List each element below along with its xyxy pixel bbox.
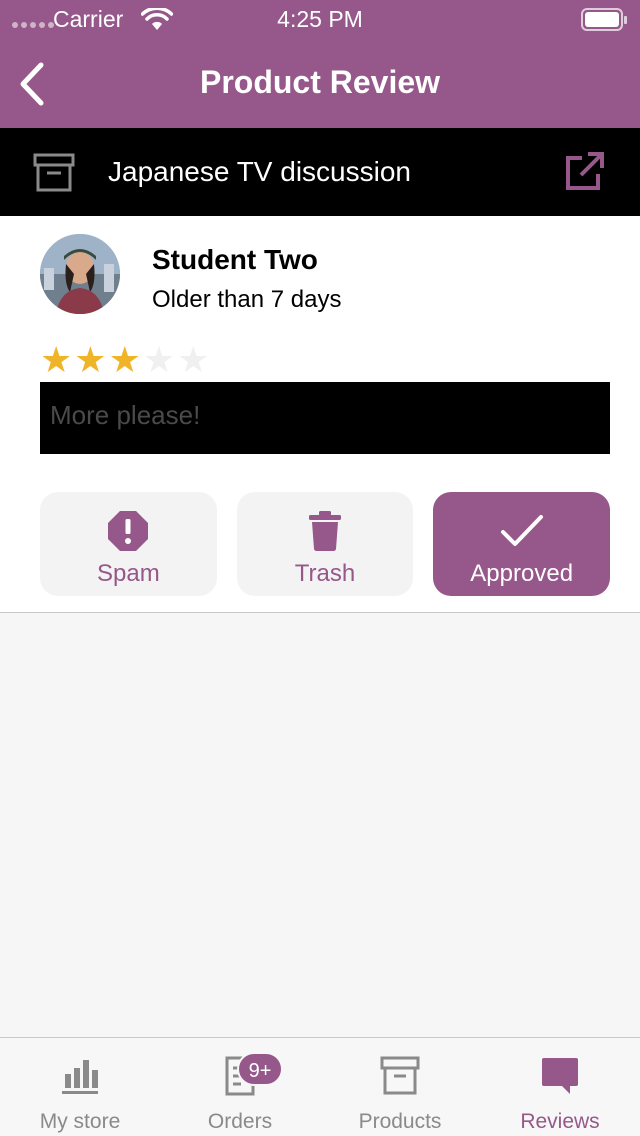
approved-label: Approved: [470, 560, 574, 587]
product-header: Japanese TV discussion: [0, 128, 640, 216]
tab-orders[interactable]: Orders: [160, 1038, 320, 1136]
external-link-icon[interactable]: [562, 150, 606, 199]
trash-label: Trash: [294, 560, 356, 587]
checkmark-icon: [500, 510, 544, 552]
header: Carrier 4:25 PM Product Review: [0, 0, 640, 128]
tab-bar: My store Orders Products Reviews: [0, 1037, 640, 1136]
trash-icon: [308, 510, 342, 552]
orders-badge: 9+: [237, 1052, 283, 1086]
trash-button[interactable]: Trash: [236, 492, 414, 596]
spam-label: Spam: [96, 560, 160, 587]
star-filled-icon: ★: [108, 339, 141, 380]
spam-button[interactable]: Spam: [40, 492, 217, 596]
tab-label-reviews: Reviews: [520, 1110, 600, 1133]
tab-reviews[interactable]: Reviews: [480, 1038, 640, 1136]
speech-bubble-icon: [480, 1056, 640, 1096]
tab-my-store[interactable]: My store: [0, 1038, 160, 1136]
battery-icon: [581, 8, 629, 37]
clock: 4:25 PM: [277, 6, 363, 32]
tab-products[interactable]: Products: [320, 1038, 480, 1136]
approved-button[interactable]: Approved: [433, 492, 611, 596]
tab-label-my-store: My store: [39, 1110, 121, 1133]
review-card: Student Two Older than 7 days ★ ★ ★ ★ ★ More…: [0, 216, 640, 613]
moderation-actions: Spam Trash Approved: [40, 492, 611, 596]
star-empty-icon: ★: [142, 339, 176, 380]
star-empty-icon: ★: [177, 339, 210, 380]
archive-icon: [320, 1056, 480, 1096]
archive-icon: [32, 152, 76, 199]
star-filled-icon: ★: [74, 339, 107, 380]
review-date: Older than 7 days: [152, 286, 342, 313]
star-filled-icon: ★: [40, 339, 73, 380]
review-text: More please!: [40, 382, 610, 454]
star-rating: ★ ★ ★ ★ ★: [40, 342, 209, 378]
product-name: Japanese TV discussion: [108, 156, 411, 187]
spam-icon: [107, 510, 149, 552]
status-bar: Carrier 4:25 PM: [0, 0, 640, 40]
tab-label-products: Products: [358, 1110, 442, 1133]
tab-label-orders: Orders: [207, 1110, 273, 1133]
reviewer-name: Student Two: [152, 244, 318, 275]
bar-chart-icon: [0, 1056, 160, 1096]
page-title: Product Review: [199, 64, 441, 100]
avatar: [40, 234, 120, 314]
